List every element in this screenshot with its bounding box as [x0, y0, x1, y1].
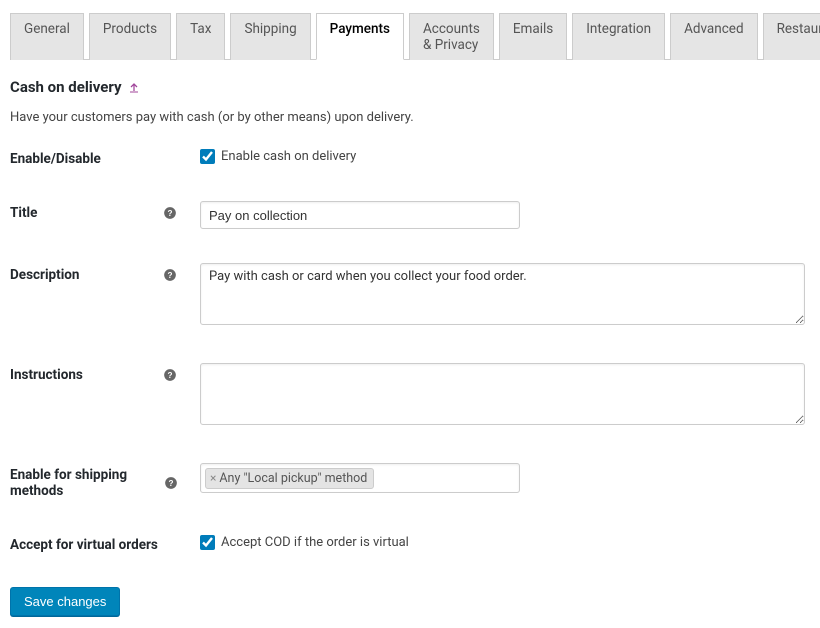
virtual-checkbox-row[interactable]: Accept COD if the order is virtual — [200, 535, 810, 550]
virtual-label: Accept for virtual orders — [10, 537, 158, 553]
help-icon[interactable]: ? — [162, 267, 178, 283]
svg-text:?: ? — [168, 209, 173, 218]
tab-integration[interactable]: Integration — [572, 13, 665, 60]
shipping-methods-label: Enable for shipping methods — [10, 467, 164, 499]
shipping-method-tag: × Any "Local pickup" method — [205, 468, 374, 489]
tab-restaurant[interactable]: Restaurant — [763, 13, 820, 60]
instructions-textarea[interactable] — [200, 363, 805, 425]
enable-checkbox[interactable] — [200, 149, 215, 164]
tab-payments[interactable]: Payments — [316, 13, 404, 60]
enable-label: Enable/Disable — [10, 151, 101, 167]
section-title: Cash on delivery — [10, 78, 810, 96]
tab-accounts-privacy[interactable]: Accounts & Privacy — [409, 13, 494, 60]
svg-text:?: ? — [168, 271, 173, 280]
tab-emails[interactable]: Emails — [499, 13, 567, 60]
shipping-method-tag-label: Any "Local pickup" method — [219, 471, 367, 486]
shipping-methods-select[interactable]: × Any "Local pickup" method — [200, 463, 520, 493]
tab-products[interactable]: Products — [89, 13, 171, 60]
description-textarea[interactable] — [200, 263, 805, 325]
svg-text:?: ? — [168, 371, 173, 380]
remove-tag-icon[interactable]: × — [210, 472, 216, 484]
title-input[interactable] — [200, 201, 520, 229]
help-icon[interactable]: ? — [162, 367, 178, 383]
title-label: Title — [10, 205, 37, 221]
save-button[interactable]: Save changes — [10, 587, 120, 616]
enable-checkbox-label: Enable cash on delivery — [221, 149, 356, 164]
tab-general[interactable]: General — [10, 13, 84, 60]
tab-advanced[interactable]: Advanced — [670, 13, 758, 60]
enable-checkbox-row[interactable]: Enable cash on delivery — [200, 149, 810, 164]
tab-shipping[interactable]: Shipping — [230, 13, 310, 60]
back-arrow-icon[interactable] — [128, 81, 140, 93]
description-label: Description — [10, 267, 79, 283]
instructions-label: Instructions — [10, 367, 83, 383]
virtual-checkbox[interactable] — [200, 535, 215, 550]
help-icon[interactable]: ? — [164, 475, 178, 491]
section-description: Have your customers pay with cash (or by… — [10, 110, 810, 125]
tab-tax[interactable]: Tax — [176, 13, 225, 60]
help-icon[interactable]: ? — [162, 205, 178, 221]
nav-tabs: General Products Tax Shipping Payments A… — [10, 12, 810, 60]
virtual-checkbox-label: Accept COD if the order is virtual — [221, 535, 409, 550]
svg-text:?: ? — [168, 479, 173, 488]
section-title-text: Cash on delivery — [10, 78, 122, 96]
